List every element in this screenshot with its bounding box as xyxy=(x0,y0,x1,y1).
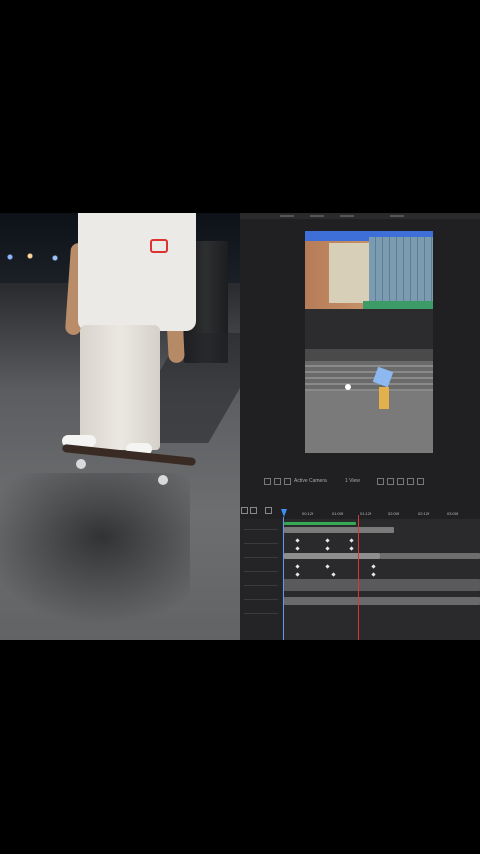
keyframe-icon[interactable] xyxy=(331,572,336,577)
ruler-tick: 02:12f xyxy=(418,511,430,516)
exposure-icon[interactable] xyxy=(417,478,424,485)
keyframe-icon[interactable] xyxy=(371,564,376,569)
keyframe-icon[interactable] xyxy=(325,564,330,569)
region-icon[interactable] xyxy=(264,478,271,485)
composition-viewer[interactable] xyxy=(305,231,433,453)
viewer-steps xyxy=(305,361,433,391)
current-time-line xyxy=(283,517,284,640)
ruler-tick: 00:12f xyxy=(302,511,314,516)
ruler-tick: 01:12f xyxy=(360,511,372,516)
layer-row[interactable] xyxy=(244,557,278,558)
grid-icon[interactable] xyxy=(274,478,281,485)
keyframe-icon[interactable] xyxy=(349,546,354,551)
ruler-tick: 01:00f xyxy=(332,511,344,516)
search-icon[interactable] xyxy=(241,507,248,514)
split-screen: Active Camera 1 View 00:12f 01:00f 01:12… xyxy=(0,213,480,640)
timeline-ruler[interactable]: 00:12f 01:00f 01:12f 02:00f 02:12f 03:00… xyxy=(282,509,480,519)
skateboard-photo xyxy=(0,213,240,640)
playhead-marker[interactable] xyxy=(358,515,359,640)
ruler-tick: 02:00f xyxy=(388,511,400,516)
viewer-toolbar: Active Camera 1 View xyxy=(240,475,480,487)
layer-bar[interactable] xyxy=(284,597,480,605)
viewer-skater-body xyxy=(379,387,389,409)
ground-shadow xyxy=(0,473,190,633)
viewer-plaza xyxy=(305,391,433,453)
keyframe-icon[interactable] xyxy=(295,538,300,543)
shirt-logo xyxy=(150,239,168,253)
skateboard-wheel xyxy=(158,475,168,485)
work-area-bar[interactable] xyxy=(284,522,356,525)
keyframe-icon[interactable] xyxy=(295,564,300,569)
fast-preview-icon[interactable] xyxy=(377,478,384,485)
layer-row[interactable] xyxy=(244,585,278,586)
viewer-ball xyxy=(345,384,351,390)
layer-bar[interactable] xyxy=(284,553,380,559)
layer-bar[interactable] xyxy=(380,553,480,559)
layer-row[interactable] xyxy=(244,529,278,530)
layer-row[interactable] xyxy=(244,571,278,572)
keyframe-icon[interactable] xyxy=(349,538,354,543)
layer-row[interactable] xyxy=(244,599,278,600)
editor-menu-strip xyxy=(240,213,480,219)
link-icon[interactable] xyxy=(250,507,257,514)
keyframe-icon[interactable] xyxy=(295,546,300,551)
viewer-entrance xyxy=(305,309,433,349)
keyframe-icon[interactable] xyxy=(295,572,300,577)
white-shirt xyxy=(78,213,196,331)
active-camera-dropdown[interactable]: Active Camera xyxy=(294,478,327,484)
city-lights xyxy=(0,251,70,263)
layer-row[interactable] xyxy=(244,613,278,614)
mask-icon[interactable] xyxy=(284,478,291,485)
keyframe-icon[interactable] xyxy=(325,546,330,551)
flowchart-icon[interactable] xyxy=(407,478,414,485)
layer-bar[interactable] xyxy=(284,527,394,533)
transparency-grid-icon[interactable] xyxy=(387,478,394,485)
view-layout-dropdown[interactable]: 1 View xyxy=(345,478,360,484)
layer-bar[interactable] xyxy=(284,579,480,591)
layer-row[interactable] xyxy=(244,543,278,544)
keyframe-icon[interactable] xyxy=(325,538,330,543)
draft-3d-icon[interactable] xyxy=(265,507,272,514)
keyframe-icon[interactable] xyxy=(371,572,376,577)
viewer-building-facade xyxy=(329,243,369,303)
timeline-tracks[interactable] xyxy=(282,519,480,640)
white-pants xyxy=(80,325,160,450)
skateboard-wheel xyxy=(76,459,86,469)
video-editor: Active Camera 1 View 00:12f 01:00f 01:12… xyxy=(240,213,480,640)
ruler-tick: 03:00f xyxy=(447,511,459,516)
layer-list[interactable] xyxy=(240,519,282,640)
3d-draft-icon[interactable] xyxy=(397,478,404,485)
